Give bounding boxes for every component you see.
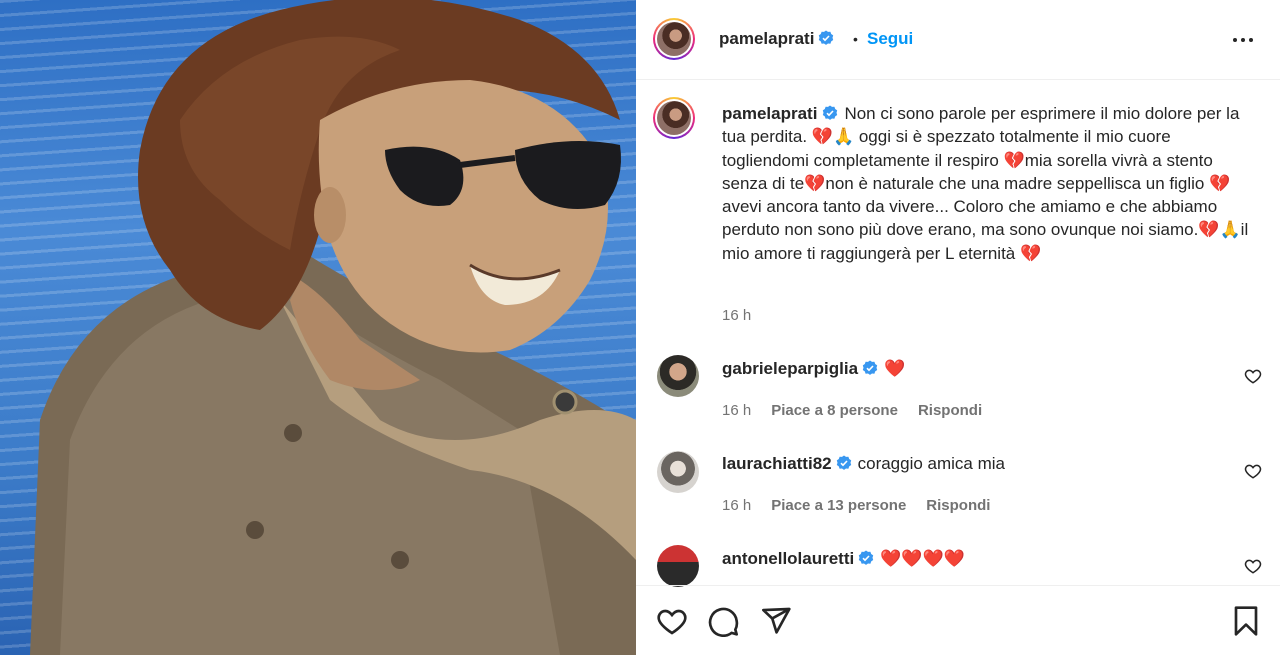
comment-like-heart-icon[interactable]: [1244, 557, 1262, 575]
bookmark-icon[interactable]: [1230, 605, 1262, 637]
comment-meta: 16 h Piace a 13 persone Rispondi: [722, 497, 1010, 514]
comment-meta: 16 h Piace a 8 persone Rispondi: [722, 402, 1002, 419]
comment-username[interactable]: antonellolauretti: [722, 549, 854, 568]
follow-button[interactable]: Segui: [867, 29, 913, 49]
post-time[interactable]: 16 h: [722, 307, 751, 324]
verified-badge-icon: [819, 30, 834, 45]
caption-username[interactable]: pamelaprati: [722, 104, 817, 123]
caption-text: Non ci sono parole per esprimere il mio …: [722, 104, 1249, 263]
comment-username[interactable]: gabrieleparpiglia: [722, 359, 858, 378]
comment-line: laurachiatti82 coraggio amica mia: [722, 454, 1005, 474]
comment-time[interactable]: 16 h: [722, 402, 751, 419]
post-header: pamelaprati • Segui: [636, 0, 1280, 80]
separator: •: [853, 31, 858, 47]
comment-likes[interactable]: Piace a 13 persone: [771, 497, 906, 514]
post-photo[interactable]: [0, 0, 636, 655]
comment-avatar[interactable]: [657, 451, 699, 493]
heart-icon[interactable]: [656, 605, 688, 637]
comment-likes[interactable]: Piace a 8 persone: [771, 402, 898, 419]
comment-avatar[interactable]: [657, 545, 699, 587]
more-options-icon[interactable]: [1232, 30, 1254, 50]
caption: pamelaprati Non ci sono parole per esprim…: [722, 102, 1252, 265]
header-username[interactable]: pamelaprati: [719, 29, 814, 48]
comment-like-heart-icon[interactable]: [1244, 367, 1262, 385]
post-panel: pamelaprati • Segui pamelaprati Non ci so…: [636, 0, 1280, 655]
comment-text: ❤️: [884, 359, 906, 378]
action-bar: [636, 585, 1280, 655]
comment-text: coraggio amica mia: [857, 454, 1006, 473]
comment-like-heart-icon[interactable]: [1244, 462, 1262, 480]
comment-username[interactable]: laurachiatti82: [722, 454, 832, 473]
verified-badge-icon: [859, 550, 874, 565]
comment-line: gabrieleparpiglia ❤️: [722, 359, 905, 379]
comment-line: antonellolauretti ❤️❤️❤️❤️: [722, 549, 965, 569]
verified-badge-icon: [836, 455, 851, 470]
photo-illustration: [30, 0, 636, 655]
reply-button[interactable]: Rispondi: [918, 402, 982, 419]
caption-avatar[interactable]: [653, 97, 695, 139]
comment-time[interactable]: 16 h: [722, 497, 751, 514]
verified-badge-icon: [862, 360, 878, 375]
comment-avatar[interactable]: [657, 355, 699, 397]
comment-text: ❤️❤️❤️❤️: [880, 549, 965, 568]
reply-button[interactable]: Rispondi: [926, 497, 990, 514]
comment-icon[interactable]: [708, 605, 740, 637]
verified-badge-icon: [823, 105, 838, 120]
header-user: pamelaprati: [719, 29, 834, 49]
header-avatar[interactable]: [653, 18, 695, 60]
share-icon[interactable]: [760, 605, 792, 637]
